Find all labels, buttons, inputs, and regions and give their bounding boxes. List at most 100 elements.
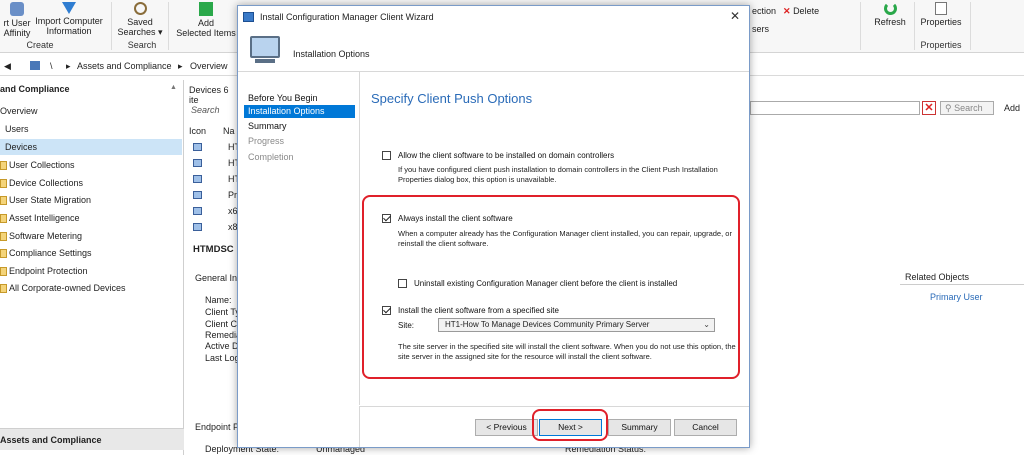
import-computer-label-1: Import Computer	[35, 16, 103, 26]
detail-field-label: Active D	[205, 341, 239, 351]
close-icon[interactable]: ✕	[730, 9, 740, 23]
nav-item-label: Asset Intelligence	[9, 213, 80, 223]
allow-domain-controllers-checkbox[interactable]	[382, 151, 391, 160]
nav-header: and Compliance	[0, 84, 70, 94]
collection-label: ection	[752, 6, 777, 16]
delete-icon: ✕	[783, 6, 791, 16]
delete-button[interactable]: ✕ Delete	[783, 6, 833, 16]
ribbon-separator	[168, 2, 169, 50]
folder-icon	[0, 179, 7, 189]
ribbon-separator	[111, 2, 112, 50]
address-root[interactable]: \	[50, 61, 53, 71]
nav-item-label: User Collections	[9, 160, 75, 170]
folder-icon	[0, 267, 7, 277]
saved-searches-button[interactable]: Saved Searches ▾	[116, 2, 164, 37]
nav-item-devices[interactable]: Devices	[0, 139, 182, 155]
nav-item-user-state-migration[interactable]: User State Migration	[0, 192, 182, 208]
nav-item-device-collections[interactable]: Device Collections	[0, 175, 182, 191]
collection-button[interactable]: ection	[752, 6, 778, 16]
user-affinity-label-1: rt User	[3, 18, 31, 28]
console-root-icon	[30, 61, 40, 70]
refresh-label: Refresh	[874, 17, 906, 27]
nav-item-label: Overview	[0, 106, 38, 116]
nav-item-label: Endpoint Protection	[9, 266, 88, 276]
step-installation-options[interactable]: Installation Options	[244, 105, 355, 118]
search-button[interactable]: ⚲ Search	[940, 101, 994, 115]
nav-item-label: Users	[5, 124, 29, 134]
nav-item-users[interactable]: Users	[0, 121, 182, 137]
add-selected-label-1: Add	[197, 18, 214, 28]
step-label: Before You Begin	[248, 93, 318, 103]
folder-icon	[0, 249, 7, 259]
nav-item-endpoint-protection[interactable]: Endpoint Protection	[0, 263, 182, 279]
cancel-button[interactable]: Cancel	[674, 419, 737, 436]
allow-domain-controllers-label[interactable]: Allow the client software to be installe…	[398, 151, 614, 160]
folder-icon	[0, 232, 7, 242]
navigation-pane: and Compliance ▲ Overview Users Devices …	[0, 80, 184, 455]
refresh-button[interactable]: Refresh	[870, 2, 910, 27]
folder-icon	[0, 161, 7, 171]
ribbon-separator	[860, 2, 861, 50]
devices-list: Devices 6 ite Search Icon Na HT HT HT Pr…	[185, 80, 240, 240]
device-icon	[193, 175, 202, 183]
nav-item-corporate-owned-devices[interactable]: All Corporate-owned Devices	[0, 280, 182, 296]
column-header-name[interactable]: Na	[223, 126, 235, 136]
detail-general-section: General In	[195, 273, 238, 283]
delete-label: Delete	[793, 6, 820, 16]
nav-item-overview[interactable]: Overview	[0, 103, 182, 119]
nav-workspace-assets[interactable]: Assets and Compliance	[0, 428, 184, 450]
detail-field-label: Last Log	[205, 353, 240, 363]
users-label: sers	[752, 24, 770, 34]
summary-button[interactable]: Summary	[608, 419, 671, 436]
refresh-icon	[883, 2, 897, 15]
nav-item-software-metering[interactable]: Software Metering	[0, 228, 182, 244]
back-arrow-icon[interactable]: ◀	[4, 61, 11, 72]
address-sep: ▸	[66, 61, 71, 71]
group-search-label: Search	[127, 40, 157, 50]
import-computer-button[interactable]: Import Computer Information	[34, 2, 104, 36]
device-icon	[193, 223, 202, 231]
dialog-titlebar[interactable]: Install Configuration Manager Client Wiz…	[238, 6, 749, 28]
import-arrow-icon	[62, 2, 76, 14]
scroll-up-icon[interactable]: ▲	[170, 84, 177, 91]
folder-icon	[0, 196, 7, 206]
clear-x-icon: ✕	[924, 102, 934, 114]
add-criteria-link[interactable]: Add	[1004, 103, 1020, 113]
wizard-header-title: Installation Options	[293, 49, 370, 59]
previous-button[interactable]: < Previous	[475, 419, 538, 436]
related-objects-header: Related Objects	[905, 272, 970, 282]
device-row-name[interactable]: Pr	[228, 190, 237, 200]
computer-stand-icon	[255, 59, 275, 63]
column-header-icon[interactable]: Icon	[189, 126, 206, 136]
list-search-input[interactable]	[750, 101, 920, 115]
step-summary[interactable]: Summary	[244, 120, 355, 133]
users-button[interactable]: sers	[752, 24, 778, 34]
step-label: Installation Options	[248, 106, 325, 116]
nav-item-user-collections[interactable]: User Collections	[0, 157, 182, 173]
detail-device-name: HTMDSC	[193, 244, 234, 255]
nav-item-asset-intelligence[interactable]: Asset Intelligence	[0, 210, 182, 226]
clear-search-button[interactable]: ✕	[922, 101, 936, 115]
user-affinity-button[interactable]: rt User Affinity	[0, 2, 34, 38]
primary-user-link[interactable]: Primary User	[930, 292, 983, 302]
device-icon	[193, 191, 202, 199]
nav-item-compliance-settings[interactable]: Compliance Settings	[0, 245, 182, 261]
address-crumb-assets[interactable]: Assets and Compliance	[77, 61, 172, 71]
highlight-options-box	[362, 195, 740, 379]
dialog-title: Install Configuration Manager Client Wiz…	[260, 12, 434, 22]
address-crumb-overview[interactable]: Overview	[190, 61, 228, 71]
nav-item-label: All Corporate-owned Devices	[9, 283, 126, 293]
highlight-next-button-box	[532, 409, 608, 441]
wizard-app-icon	[243, 12, 254, 22]
step-before-you-begin[interactable]: Before You Begin	[244, 92, 355, 105]
step-label: Completion	[248, 152, 294, 162]
wizard-steps: Before You Begin Installation Options Su…	[238, 72, 358, 405]
detail-field-label: Remedia	[205, 330, 242, 340]
nav-footer-label: Assets and Compliance	[0, 435, 102, 445]
saved-search-icon	[133, 2, 147, 15]
properties-button[interactable]: Properties	[916, 2, 966, 27]
step-progress: Progress	[244, 135, 355, 148]
add-selected-items-button[interactable]: Add Selected Items	[176, 2, 236, 38]
domain-controllers-note: If you have configured client push insta…	[398, 165, 718, 184]
devices-search-input[interactable]: Search	[191, 105, 220, 115]
